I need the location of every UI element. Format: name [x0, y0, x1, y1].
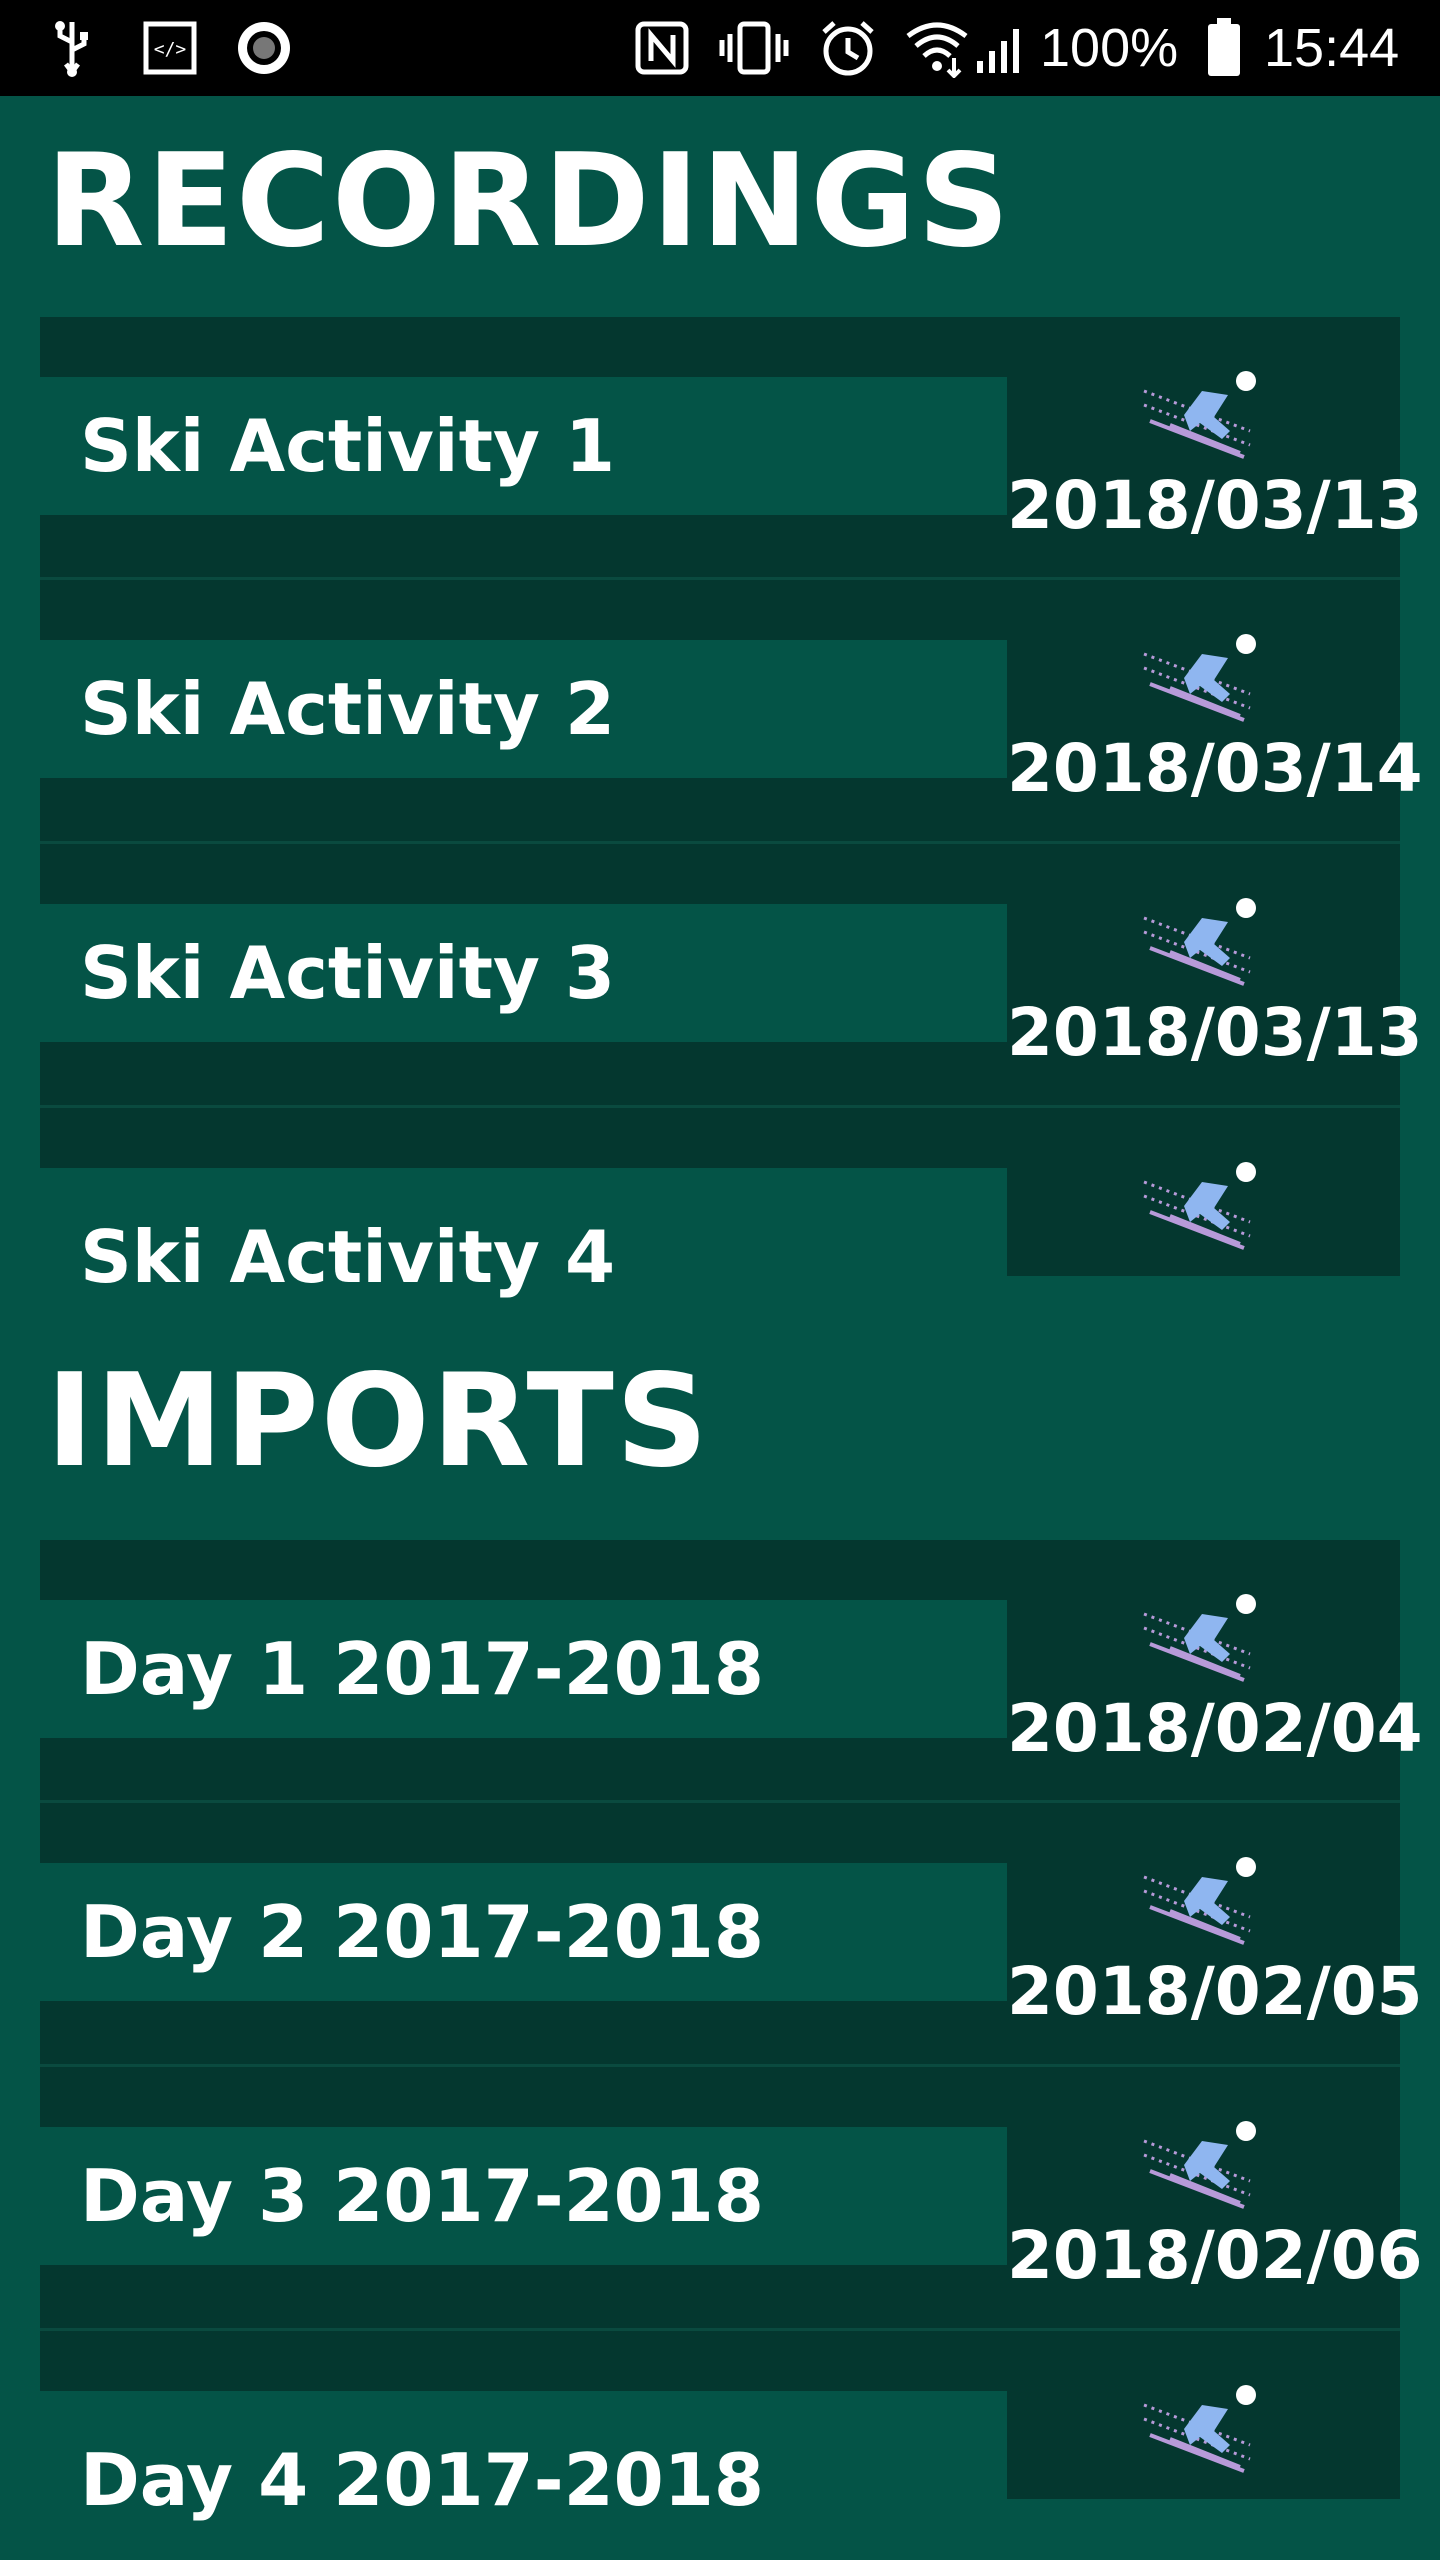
activity-name: Ski Activity 1 [80, 404, 616, 488]
activity-name: Day 3 2017-2018 [80, 2154, 764, 2238]
activity-date: 2018/03/13 [1007, 467, 1423, 544]
imports-heading: IMPORTS [46, 1347, 710, 1496]
usb-icon [44, 18, 100, 78]
skier-icon [1143, 371, 1256, 459]
status-bar: </> 100% 15:44 [0, 0, 1440, 96]
import-row[interactable]: Day 4 2017-2018 [40, 2331, 1400, 2522]
activity-date: 2018/03/13 [1007, 994, 1423, 1071]
skier-icon [1143, 2121, 1256, 2209]
activity-name: Day 4 2017-2018 [80, 2438, 764, 2522]
activity-date: 2018/03/14 [1007, 730, 1423, 807]
signal-icon [974, 18, 1030, 78]
skier-icon [1143, 898, 1256, 986]
import-row[interactable]: Day 1 2017-2018 2018/02/04 [40, 1540, 1423, 1802]
battery-percent: 100% [1040, 18, 1179, 78]
clock: 15:44 [1264, 18, 1400, 78]
recording-row[interactable]: Ski Activity 3 2018/03/13 [40, 844, 1423, 1106]
vibrate-icon [716, 18, 792, 78]
skier-icon [1143, 1162, 1256, 1250]
skier-icon [1143, 2385, 1256, 2473]
skier-icon [1143, 1857, 1256, 1945]
alarm-icon [816, 18, 880, 78]
battery-icon [1204, 18, 1244, 78]
activity-name: Ski Activity 3 [80, 931, 616, 1015]
recordings-heading: RECORDINGS [46, 127, 1012, 276]
activity-date: 2018/02/05 [1007, 1953, 1423, 2030]
activity-name: Ski Activity 4 [80, 1215, 616, 1299]
activity-name: Day 1 2017-2018 [80, 1627, 764, 1711]
skier-icon [1143, 634, 1256, 722]
activity-date: 2018/02/06 [1007, 2217, 1423, 2294]
skier-icon [1143, 1594, 1256, 1682]
recording-row[interactable]: Ski Activity 4 [40, 1108, 1400, 1299]
activity-name: Ski Activity 2 [80, 667, 616, 751]
activity-name: Day 2 2017-2018 [80, 1890, 764, 1974]
wifi-icon [904, 18, 970, 78]
record-icon [232, 18, 296, 78]
import-row[interactable]: Day 2 2017-2018 2018/02/05 [40, 1803, 1423, 2065]
svg-text:</>: </> [154, 39, 187, 60]
code-icon: </> [140, 18, 200, 78]
recording-row[interactable]: Ski Activity 2 2018/03/14 [40, 580, 1423, 842]
nfc-icon [634, 18, 690, 78]
import-row[interactable]: Day 3 2017-2018 2018/02/06 [40, 2067, 1423, 2329]
recording-row[interactable]: Ski Activity 1 2018/03/13 [40, 317, 1423, 579]
activity-date: 2018/02/04 [1007, 1690, 1423, 1767]
